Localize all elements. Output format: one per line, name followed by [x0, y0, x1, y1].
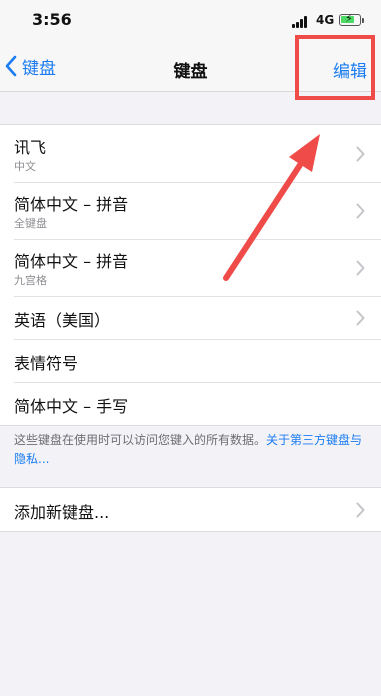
- battery-tip: [362, 18, 364, 23]
- add-keyboard-group: 添加新键盘...: [0, 487, 381, 532]
- chevron-right-icon: [356, 260, 365, 275]
- keyboard-title: 简体中文 – 手写: [14, 397, 129, 416]
- chevron-right-icon: [356, 146, 365, 161]
- chevron-right-icon: [356, 310, 365, 325]
- chevron-right-icon: [356, 203, 365, 218]
- keyboard-row-english-us[interactable]: 英语（美国）: [0, 296, 381, 339]
- keyboard-subtitle: 全键盘: [14, 217, 47, 230]
- keyboard-subtitle: 中文: [14, 160, 36, 173]
- keyboard-list: 讯飞 中文 简体中文 – 拼音 全键盘 简体中文 – 拼音 九宫格 英语（美国）…: [0, 124, 381, 426]
- status-bar: 3:56 4G ⚡: [0, 0, 381, 40]
- keyboard-title: 简体中文 – 拼音: [14, 195, 129, 214]
- keyboard-row-pinyin-full[interactable]: 简体中文 – 拼音 全键盘: [0, 182, 381, 239]
- keyboard-row-emoji[interactable]: 表情符号: [0, 339, 381, 382]
- keyboard-title: 英语（美国）: [14, 311, 111, 330]
- signal-icon: [292, 16, 312, 28]
- network-type: 4G: [316, 13, 335, 27]
- annotation-highlight-box: [295, 35, 375, 100]
- keyboard-title: 表情符号: [14, 354, 79, 373]
- add-keyboard-row[interactable]: 添加新键盘...: [0, 488, 381, 531]
- chevron-right-icon: [356, 502, 365, 517]
- keyboard-row-xunfei[interactable]: 讯飞 中文: [0, 125, 381, 182]
- keyboard-title: 简体中文 – 拼音: [14, 252, 129, 271]
- footnote-text: 这些键盘在使用时可以访问您键入的所有数据。: [14, 433, 267, 447]
- keyboard-title: 讯飞: [14, 138, 47, 157]
- keyboard-row-pinyin-9key[interactable]: 简体中文 – 拼音 九宫格: [0, 239, 381, 296]
- battery-icon: ⚡: [339, 13, 361, 26]
- keyboard-row-handwriting[interactable]: 简体中文 – 手写: [0, 382, 381, 425]
- status-time: 3:56: [32, 10, 72, 29]
- privacy-footnote: 这些键盘在使用时可以访问您键入的所有数据。关于第三方键盘与隐私...: [14, 431, 366, 469]
- keyboard-subtitle: 九宫格: [14, 274, 47, 287]
- add-keyboard-label: 添加新键盘...: [14, 503, 110, 522]
